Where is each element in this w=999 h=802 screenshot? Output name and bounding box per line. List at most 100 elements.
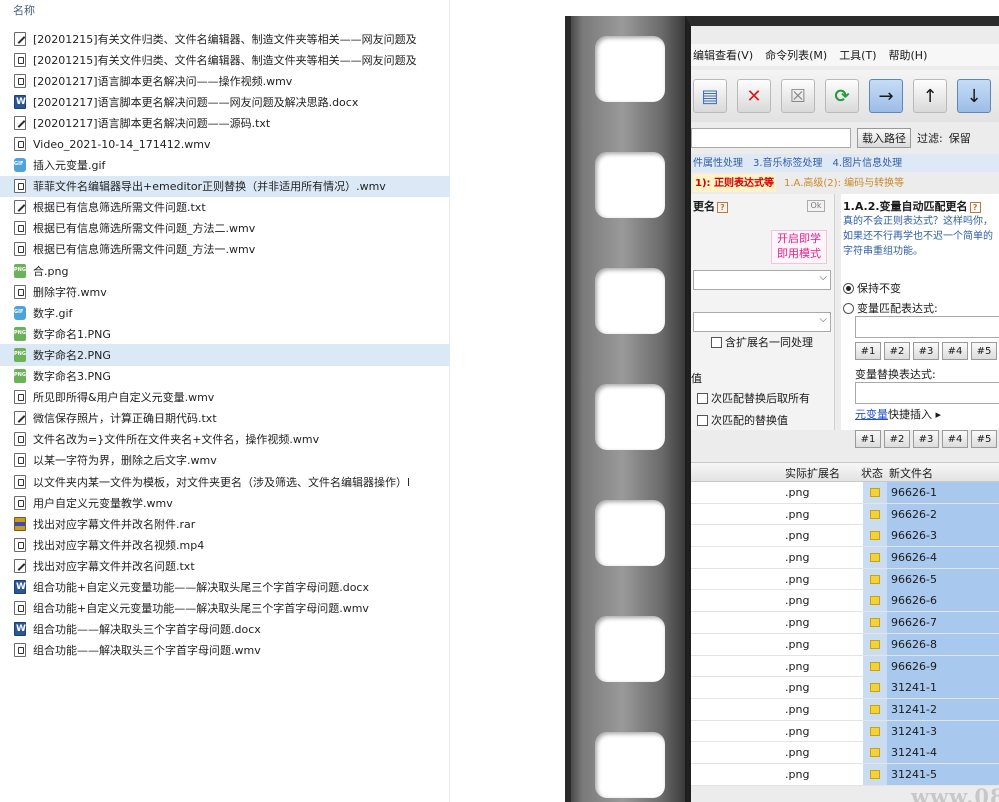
cell-new-filename[interactable]: 96626-7 bbox=[887, 612, 999, 634]
group-button-4[interactable]: #4 bbox=[942, 342, 968, 360]
column-actual-extension[interactable]: 实际扩展名 bbox=[785, 465, 840, 481]
grid-row[interactable]: .png 96626-9 bbox=[691, 655, 999, 678]
cell-new-filename[interactable]: 31241-2 bbox=[887, 698, 999, 720]
cell-new-filename[interactable]: 96626-4 bbox=[887, 547, 999, 569]
cell-new-filename[interactable]: 31241-3 bbox=[887, 720, 999, 742]
cell-new-filename[interactable]: 96626-9 bbox=[887, 655, 999, 677]
file-row[interactable]: 找出对应字幕文件并改名问题.txt bbox=[0, 555, 450, 576]
cell-new-filename[interactable]: 31241-4 bbox=[887, 742, 999, 764]
file-row[interactable]: 以某一字符为界，删除之后文字.wmv bbox=[0, 450, 450, 471]
match-expression-input[interactable] bbox=[855, 316, 999, 338]
cell-new-filename[interactable]: 96626-2 bbox=[887, 503, 999, 525]
menu-item-edit-view[interactable]: 编辑查看(V) bbox=[693, 47, 753, 63]
grid-row[interactable]: .png 31241-3 bbox=[691, 720, 999, 743]
grid-row[interactable]: .png 96626-3 bbox=[691, 525, 999, 548]
file-row[interactable]: 根据已有信息筛选所需文件问题.txt bbox=[0, 197, 450, 218]
replace-expression-input[interactable] bbox=[855, 382, 999, 404]
cell-new-filename[interactable]: 96626-3 bbox=[887, 525, 999, 547]
tab-attributes[interactable]: 件属性处理 bbox=[693, 154, 743, 172]
grid-row[interactable]: .png 96626-7 bbox=[691, 612, 999, 634]
file-row[interactable]: [20201217]语言脚本更名解决问题——网友问题及解决思路.docx bbox=[0, 91, 450, 112]
menu-item-help[interactable]: 帮助(H) bbox=[889, 47, 928, 63]
help-icon[interactable]: ? bbox=[717, 202, 728, 213]
replace-value-option[interactable]: 次匹配的替换值 bbox=[697, 412, 788, 428]
file-row[interactable]: 找出对应字幕文件并改名视频.mp4 bbox=[0, 534, 450, 555]
replace-combo[interactable] bbox=[693, 312, 831, 332]
grid-row[interactable]: .png 31241-1 bbox=[691, 677, 999, 699]
tab-regex[interactable]: 1): 正则表达式等 bbox=[693, 174, 777, 192]
group-button-5[interactable]: #5 bbox=[971, 430, 997, 448]
column-header-name[interactable]: 名称 bbox=[0, 0, 450, 20]
file-row[interactable]: 数字.gif bbox=[0, 302, 450, 323]
grid-row[interactable]: .png 96626-2 bbox=[691, 503, 999, 526]
group-button-1[interactable]: #1 bbox=[855, 430, 881, 448]
file-row[interactable]: 菲菲文件名编辑器导出+emeditor正则替换（并非适用所有情况）.wmv bbox=[0, 175, 450, 197]
cell-new-filename[interactable]: 96626-8 bbox=[887, 633, 999, 655]
grid-row[interactable]: .png 31241-2 bbox=[691, 698, 999, 721]
file-row[interactable]: [20201215]有关文件归类、文件名编辑器、制造文件夹等相关——网友问题及 bbox=[0, 49, 450, 70]
group-button-2[interactable]: #2 bbox=[884, 430, 910, 448]
file-row[interactable]: Video_2021-10-14_171412.wmv bbox=[0, 133, 450, 154]
grid-row[interactable]: .png 96626-5 bbox=[691, 568, 999, 591]
cell-new-filename[interactable]: 31241-5 bbox=[887, 763, 999, 785]
tab-music-tags[interactable]: 3.音乐标签处理 bbox=[753, 154, 823, 172]
delete-icon[interactable]: ✕ bbox=[737, 79, 771, 113]
file-row[interactable]: 数字命名3.PNG bbox=[0, 366, 450, 387]
download-icon[interactable]: ↓ bbox=[957, 79, 991, 113]
ok-button[interactable]: Ok bbox=[807, 200, 825, 212]
group-button-3[interactable]: #3 bbox=[913, 430, 939, 448]
cell-new-filename[interactable]: 31241-1 bbox=[887, 677, 999, 699]
grid-row[interactable]: .png 31241-4 bbox=[691, 742, 999, 764]
learn-mode-button[interactable]: 开启即学即用模式 bbox=[771, 230, 827, 264]
grid-row[interactable]: .png 96626-4 bbox=[691, 547, 999, 569]
column-new-filename[interactable]: 新文件名 bbox=[889, 465, 933, 481]
load-path-button[interactable]: 载入路径 bbox=[857, 128, 911, 148]
file-row[interactable]: 用户自定义元变量教学.wmv bbox=[0, 492, 450, 513]
group-button-4[interactable]: #4 bbox=[942, 430, 968, 448]
tab-image-info[interactable]: 4.图片信息处理 bbox=[833, 154, 903, 172]
help-icon[interactable]: ? bbox=[969, 202, 981, 213]
file-row[interactable]: [20201215]有关文件归类、文件名编辑器、制造文件夹等相关——网友问题及 bbox=[0, 28, 450, 49]
file-row[interactable]: 数字命名2.PNG bbox=[0, 344, 450, 366]
grid-row[interactable]: .png 96626-6 bbox=[691, 590, 999, 613]
group-button-2[interactable]: #2 bbox=[884, 342, 910, 360]
file-row[interactable]: 以文件夹内某一文件为模板，对文件夹更名（涉及筛选、文件名编辑器操作）l bbox=[0, 471, 450, 492]
grid-row[interactable]: .png 31241-5 bbox=[691, 763, 999, 786]
grid-row[interactable]: .png 96626-1 bbox=[691, 482, 999, 504]
file-row[interactable]: 组合功能+自定义元变量功能——解决取头尾三个字首字母问题.wmv bbox=[0, 598, 450, 619]
group-button-5[interactable]: #5 bbox=[971, 342, 997, 360]
meta-variable-insert[interactable]: 元变量快捷插入 ▸ bbox=[855, 406, 941, 422]
menu-item-commands[interactable]: 命令列表(M) bbox=[765, 47, 827, 63]
upload-icon[interactable]: ↑ bbox=[913, 79, 947, 113]
file-row[interactable]: 找出对应字幕文件并改名附件.rar bbox=[0, 513, 450, 534]
file-row[interactable]: 根据已有信息筛选所需文件问题_方法二.wmv bbox=[0, 218, 450, 239]
export-icon[interactable]: → bbox=[869, 79, 903, 113]
pattern-combo[interactable] bbox=[693, 270, 831, 290]
cell-new-filename[interactable]: 96626-6 bbox=[887, 590, 999, 612]
file-row[interactable]: 组合功能——解决取头三个字首字母问题.wmv bbox=[0, 640, 450, 661]
file-row[interactable]: 根据已有信息筛选所需文件问题_方法一.wmv bbox=[0, 239, 450, 260]
tab-encoding[interactable]: 1.A.高级(2): 编码与转换等 bbox=[784, 174, 904, 192]
group-button-3[interactable]: #3 bbox=[913, 342, 939, 360]
clear-icon[interactable]: ☒ bbox=[781, 79, 815, 113]
refresh-icon[interactable]: ⟳ bbox=[825, 79, 859, 113]
file-row[interactable]: 合.png bbox=[0, 260, 450, 281]
include-ext-checkbox[interactable]: 含扩展名一同处理 bbox=[711, 334, 813, 350]
path-input[interactable] bbox=[691, 128, 851, 148]
save-icon[interactable]: ▤ bbox=[693, 79, 727, 113]
file-row[interactable]: 组合功能——解决取头三个字首字母问题.docx bbox=[0, 619, 450, 640]
variable-match-radio[interactable]: 变量匹配表达式: bbox=[843, 300, 938, 316]
menu-item-tools[interactable]: 工具(T) bbox=[839, 47, 876, 63]
file-row[interactable]: [20201217]语言脚本更名解决问——操作视频.wmv bbox=[0, 70, 450, 91]
column-status[interactable]: 状态 bbox=[861, 465, 883, 481]
file-row[interactable]: 所见即所得&用户自定义元变量.wmv bbox=[0, 387, 450, 408]
file-row[interactable]: 删除字符.wmv bbox=[0, 281, 450, 302]
file-row[interactable]: [20201217]语言脚本更名解决问题——源码.txt bbox=[0, 112, 450, 133]
file-row[interactable]: 插入元变量.gif bbox=[0, 155, 450, 176]
replace-after-option[interactable]: 次匹配替换后取所有 bbox=[697, 390, 810, 406]
file-row[interactable]: 微信保存照片，计算正确日期代码.txt bbox=[0, 408, 450, 429]
file-row[interactable]: 文件名改为=}文件所在文件夹名+文件名，操作视频.wmv bbox=[0, 429, 450, 450]
group-button-1[interactable]: #1 bbox=[855, 342, 881, 360]
cell-new-filename[interactable]: 96626-1 bbox=[887, 482, 999, 503]
grid-row[interactable]: .png 96626-8 bbox=[691, 633, 999, 656]
